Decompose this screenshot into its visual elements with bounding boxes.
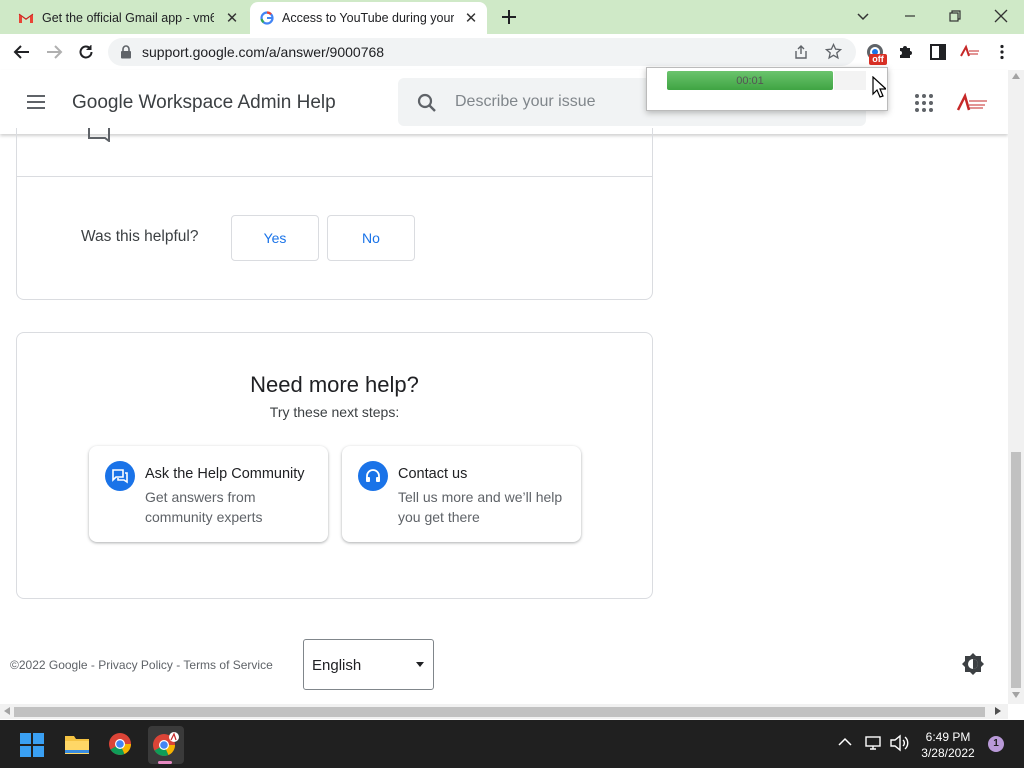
apps-grid-icon[interactable] (914, 93, 934, 113)
option-title: Contact us (398, 466, 468, 482)
vertical-scroll-thumb[interactable] (1011, 452, 1021, 688)
back-arrow-icon[interactable] (13, 43, 31, 61)
recording-progress-bar: 00:01 (667, 71, 833, 90)
search-input[interactable]: Describe your issue (455, 93, 596, 111)
forward-arrow-icon[interactable] (45, 43, 63, 61)
terms-of-service-link[interactable]: Terms of Service (183, 658, 272, 672)
browser-menu-icon[interactable] (993, 43, 1011, 61)
footer-separator: - (172, 658, 184, 672)
page-title[interactable]: Google Workspace Admin Help (72, 92, 336, 114)
bookmark-star-icon[interactable] (825, 43, 842, 60)
helpful-question: Was this helpful? (81, 228, 199, 245)
tab-search-chevron-icon[interactable] (855, 8, 871, 24)
volume-icon[interactable] (889, 734, 909, 752)
tab-gmail[interactable]: Get the official Gmail app - vm6( ✕ (8, 2, 248, 34)
copyright: ©2022 Google (10, 658, 88, 672)
google-g-icon (260, 11, 274, 25)
restore-icon[interactable] (947, 8, 963, 24)
mouse-cursor-icon (872, 76, 886, 98)
option-title: Ask the Help Community (145, 466, 305, 482)
share-icon[interactable] (793, 44, 809, 60)
more-help-subtitle: Try these next steps: (269, 404, 400, 420)
tab-title: Access to YouTube during your G (282, 11, 454, 25)
footer-links: ©2022 Google - Privacy Policy - Terms of… (10, 658, 273, 672)
windows-start-icon[interactable] (20, 733, 44, 757)
help-community-option[interactable]: Ask the Help Community Get answers from … (89, 446, 328, 542)
option-description: Get answers from community experts (145, 489, 263, 525)
new-tab-icon[interactable] (500, 8, 518, 26)
language-select[interactable]: English (303, 639, 434, 690)
close-window-icon[interactable] (992, 7, 1010, 25)
divider (16, 176, 653, 177)
dropdown-arrow-icon (416, 662, 424, 667)
contact-us-option[interactable]: Contact us Tell us more and we’ll help y… (342, 446, 581, 542)
network-icon[interactable] (864, 734, 882, 752)
scroll-left-arrow-icon[interactable] (4, 707, 10, 715)
notification-badge[interactable]: 1 (988, 736, 1004, 752)
scroll-up-arrow-icon[interactable] (1012, 73, 1020, 79)
url-text: support.google.com/a/answer/9000768 (142, 44, 385, 60)
chrome-icon[interactable] (108, 732, 132, 756)
extensions-puzzle-icon[interactable] (897, 43, 915, 61)
more-help-title: Need more help? (250, 372, 419, 397)
progress-remaining (834, 71, 866, 90)
lock-icon[interactable] (120, 45, 132, 59)
gmail-icon (18, 12, 34, 24)
clock-time: 6:49 PM (925, 730, 971, 744)
hamburger-menu-icon[interactable] (26, 94, 46, 110)
profile-avatar-icon[interactable] (958, 43, 982, 61)
close-tab-icon[interactable]: ✕ (463, 10, 479, 27)
reload-icon[interactable] (77, 43, 95, 61)
horizontal-scroll-thumb[interactable] (14, 707, 985, 717)
yes-button[interactable]: Yes (231, 215, 319, 261)
dark-mode-icon[interactable] (961, 652, 985, 676)
option-description: Tell us more and we’ll help you get ther… (398, 489, 563, 525)
footer-separator: - (87, 658, 99, 672)
clock-date: 3/28/2022 (921, 746, 975, 760)
feedback-comment-icon[interactable] (88, 128, 110, 142)
active-indicator (158, 761, 172, 764)
extension-off-badge: off (869, 54, 887, 65)
minimize-icon[interactable] (902, 8, 918, 24)
close-tab-icon[interactable]: ✕ (224, 10, 240, 27)
forum-icon (105, 461, 135, 491)
no-button[interactable]: No (327, 215, 415, 261)
file-explorer-icon[interactable] (64, 733, 90, 755)
system-clock[interactable]: 6:49 PM 3/28/2022 (918, 729, 978, 761)
tab-youtube-access[interactable]: Access to YouTube during your G ✕ (250, 2, 487, 34)
tab-title: Get the official Gmail app - vm6( (42, 11, 214, 25)
address-bar[interactable]: support.google.com/a/answer/9000768 (108, 38, 856, 66)
language-value: English (312, 657, 362, 674)
scroll-right-arrow-icon[interactable] (995, 707, 1001, 715)
search-icon[interactable] (417, 93, 437, 113)
chrome-profile-icon[interactable] (152, 732, 180, 758)
scroll-down-arrow-icon[interactable] (1012, 692, 1020, 698)
account-avatar-icon[interactable] (955, 92, 991, 114)
article-bottom-card (16, 128, 653, 300)
headset-icon (358, 461, 388, 491)
privacy-policy-link[interactable]: Privacy Policy (98, 658, 173, 672)
show-hidden-icons-chevron-icon[interactable] (838, 737, 852, 747)
side-panel-icon[interactable] (929, 43, 947, 61)
